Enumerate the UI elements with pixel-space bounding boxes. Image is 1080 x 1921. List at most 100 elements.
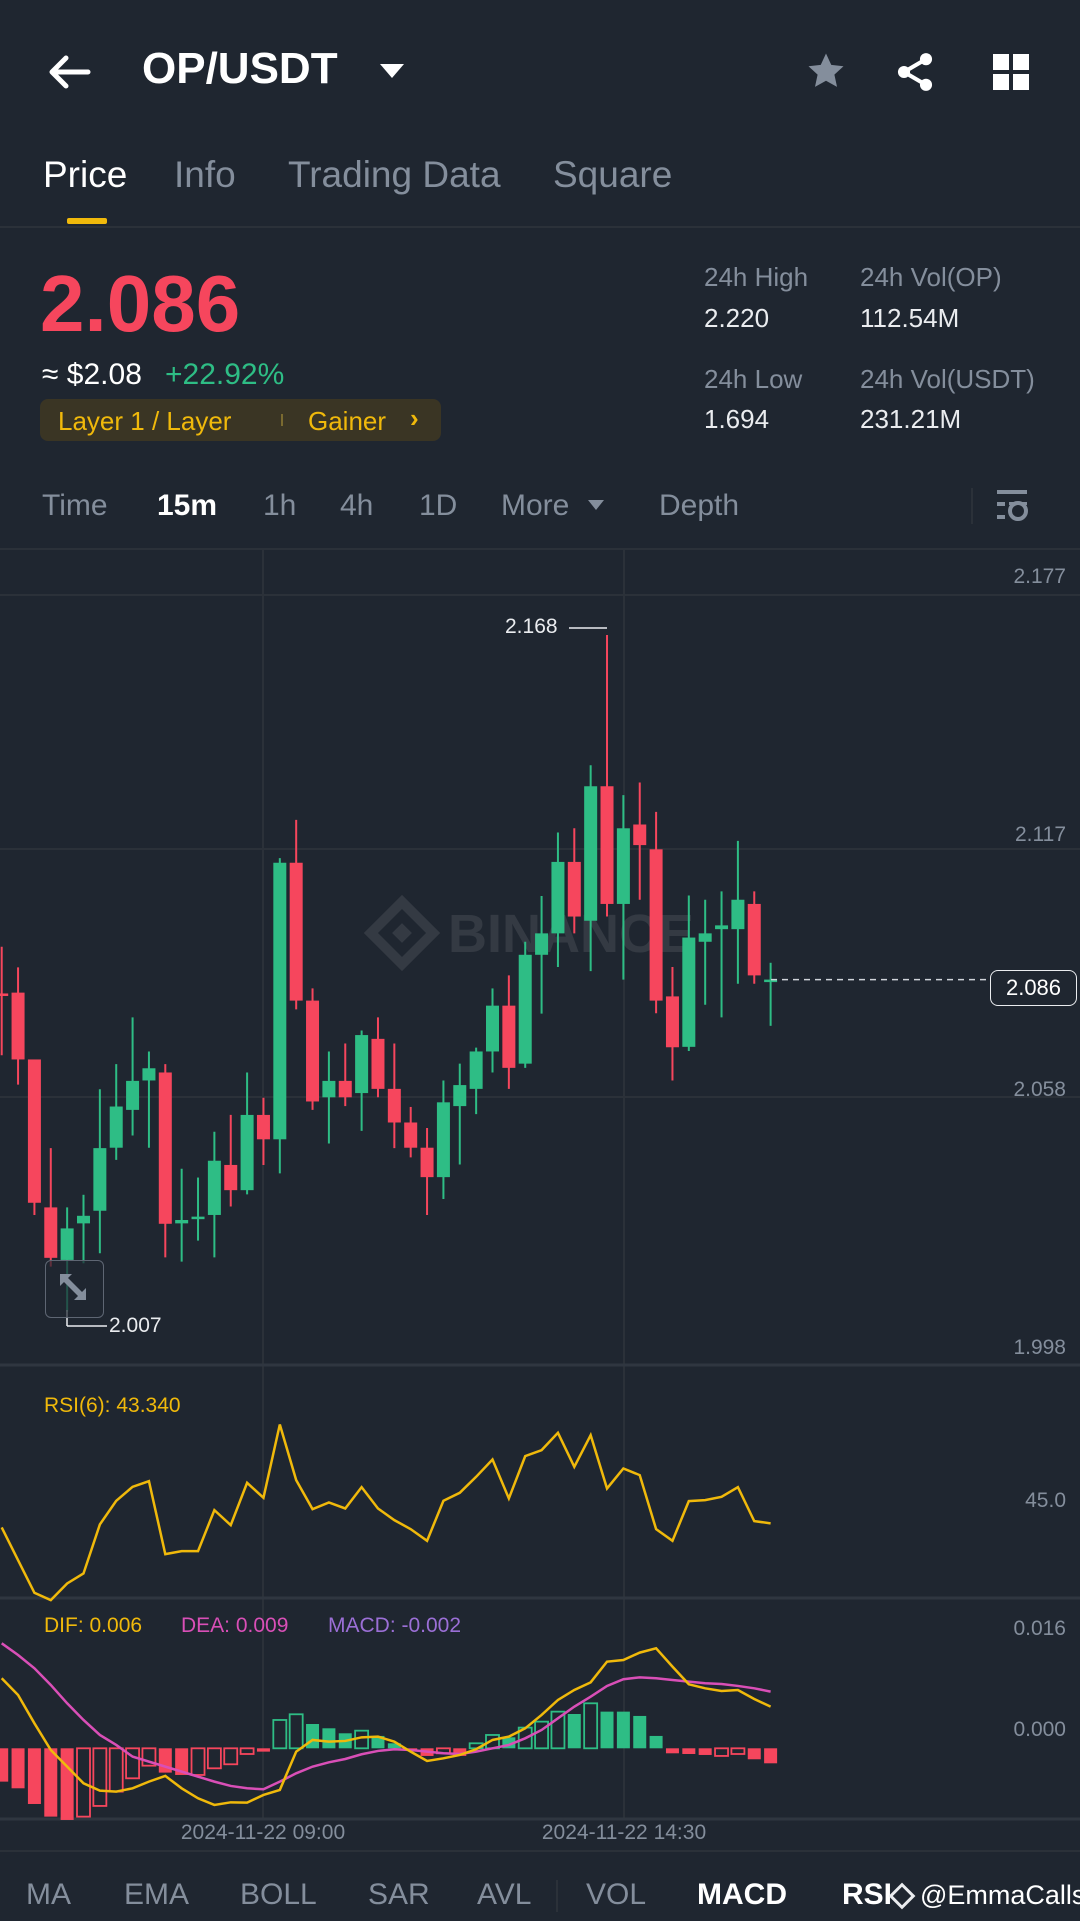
candle-body xyxy=(404,1122,418,1148)
candle-body xyxy=(44,1207,58,1258)
candle-body xyxy=(649,849,663,1001)
macd-histogram-bar xyxy=(27,1748,41,1804)
candle-down xyxy=(44,1148,58,1267)
candle-down xyxy=(27,1059,41,1215)
macd-histogram-bar xyxy=(567,1713,581,1749)
candle-body xyxy=(502,1005,516,1068)
price-axis-label: 2.177 xyxy=(1013,565,1066,588)
candle-body xyxy=(240,1114,254,1191)
current-price-tag[interactable]: 2.086 xyxy=(990,970,1077,1006)
candle-up xyxy=(191,1177,205,1241)
candle-body xyxy=(355,1035,369,1094)
candle-body xyxy=(207,1160,221,1215)
macd-histogram-bar xyxy=(272,1719,288,1750)
candle-body xyxy=(747,903,761,976)
macd-histogram-bar xyxy=(206,1747,222,1770)
candle-down xyxy=(0,946,9,1056)
candle-up xyxy=(469,1047,483,1115)
candle-body xyxy=(27,1059,41,1203)
candle-body xyxy=(469,1051,483,1089)
macd-histogram-bar xyxy=(60,1748,74,1820)
macd-histogram-bar xyxy=(714,1747,729,1757)
candle-down xyxy=(224,1114,238,1207)
candle-down xyxy=(633,782,647,900)
candle-down xyxy=(420,1127,434,1215)
candle-body xyxy=(338,1080,352,1098)
candle-body xyxy=(486,1005,499,1052)
candle-down xyxy=(665,966,679,1081)
time-axis-label: 2024-11-22 14:30 xyxy=(541,1821,707,1844)
candle-body xyxy=(289,862,303,1001)
macd-histogram-bar xyxy=(288,1713,304,1750)
macd-histogram-bar xyxy=(649,1735,663,1749)
candle-body xyxy=(175,1220,189,1224)
candle-body xyxy=(60,1228,74,1260)
candle-up xyxy=(698,899,712,1005)
candle-down xyxy=(387,1043,401,1149)
macd-histogram-bar xyxy=(190,1747,206,1776)
candle-down xyxy=(306,988,320,1110)
candle-down xyxy=(256,1097,270,1165)
candle-up xyxy=(715,891,729,1018)
macd-histogram-bar xyxy=(108,1747,124,1793)
candle-up xyxy=(240,1072,254,1195)
candle-body xyxy=(420,1147,434,1178)
macd-histogram-bar xyxy=(0,1748,9,1782)
candle-body xyxy=(584,786,598,921)
macd-histogram-bar xyxy=(730,1747,746,1755)
candle-body xyxy=(109,1106,123,1148)
macd-histogram-bar xyxy=(239,1747,255,1755)
candle-body xyxy=(616,828,630,904)
candle-up xyxy=(453,1063,467,1165)
candle-up xyxy=(273,858,287,1174)
indicator-sar[interactable]: SAR xyxy=(368,1878,430,1912)
candle-body xyxy=(224,1164,238,1191)
time-axis-label: 2024-11-22 09:00 xyxy=(180,1821,346,1844)
candle-up xyxy=(175,1168,189,1262)
macd-histogram-bar xyxy=(698,1748,712,1755)
dif-line xyxy=(0,1646,772,1807)
expand-chart-button[interactable] xyxy=(45,1260,104,1318)
candlestick-chart[interactable]: BINANCE xyxy=(0,0,1080,1921)
candle-body xyxy=(371,1038,385,1089)
candle-body xyxy=(158,1072,172,1224)
indicator-rsi[interactable]: RSI xyxy=(842,1878,892,1912)
macd-histogram-bar xyxy=(633,1715,647,1749)
candle-body xyxy=(436,1102,450,1178)
macd-histogram-bar xyxy=(682,1748,696,1754)
candle-up xyxy=(207,1131,221,1258)
binance-watermark: BINANCE xyxy=(363,894,694,972)
macd-histogram-bar xyxy=(616,1711,630,1749)
expand-icon xyxy=(60,1274,86,1300)
candle-up xyxy=(109,1064,123,1160)
candle-body xyxy=(322,1080,336,1098)
indicator-avl[interactable]: AVL xyxy=(477,1878,531,1912)
candle-down xyxy=(371,1017,385,1098)
candle-up xyxy=(126,1017,140,1136)
indicator-macd[interactable]: MACD xyxy=(697,1878,787,1912)
candle-body xyxy=(665,996,679,1048)
candle-body xyxy=(551,861,565,934)
candle-body xyxy=(142,1068,156,1081)
candle-body xyxy=(0,993,9,996)
candle-body xyxy=(682,937,696,1047)
price-axis-label: 2.117 xyxy=(1015,823,1066,846)
indicator-vol[interactable]: VOL xyxy=(586,1878,646,1912)
candle-body xyxy=(191,1216,205,1220)
rsi-line xyxy=(0,1424,771,1602)
dea-line xyxy=(0,1642,771,1791)
rsi-axis-label: 45.0 xyxy=(1025,1489,1066,1512)
dea-label: DEA: 0.009 xyxy=(181,1614,289,1637)
macd-histogram-bar xyxy=(583,1702,599,1750)
macd-histogram-bar xyxy=(600,1711,614,1749)
indicator-boll[interactable]: BOLL xyxy=(240,1878,317,1912)
min-price-label: 2.007 xyxy=(109,1314,162,1337)
indicator-ema[interactable]: EMA xyxy=(124,1878,189,1912)
candle-down xyxy=(404,1106,418,1158)
indicator-ma[interactable]: MA xyxy=(26,1878,71,1912)
candle-down xyxy=(600,634,614,917)
candle-up xyxy=(142,1051,156,1148)
candle-body xyxy=(715,925,729,930)
candle-body xyxy=(306,1000,320,1102)
candle-body xyxy=(387,1088,401,1123)
